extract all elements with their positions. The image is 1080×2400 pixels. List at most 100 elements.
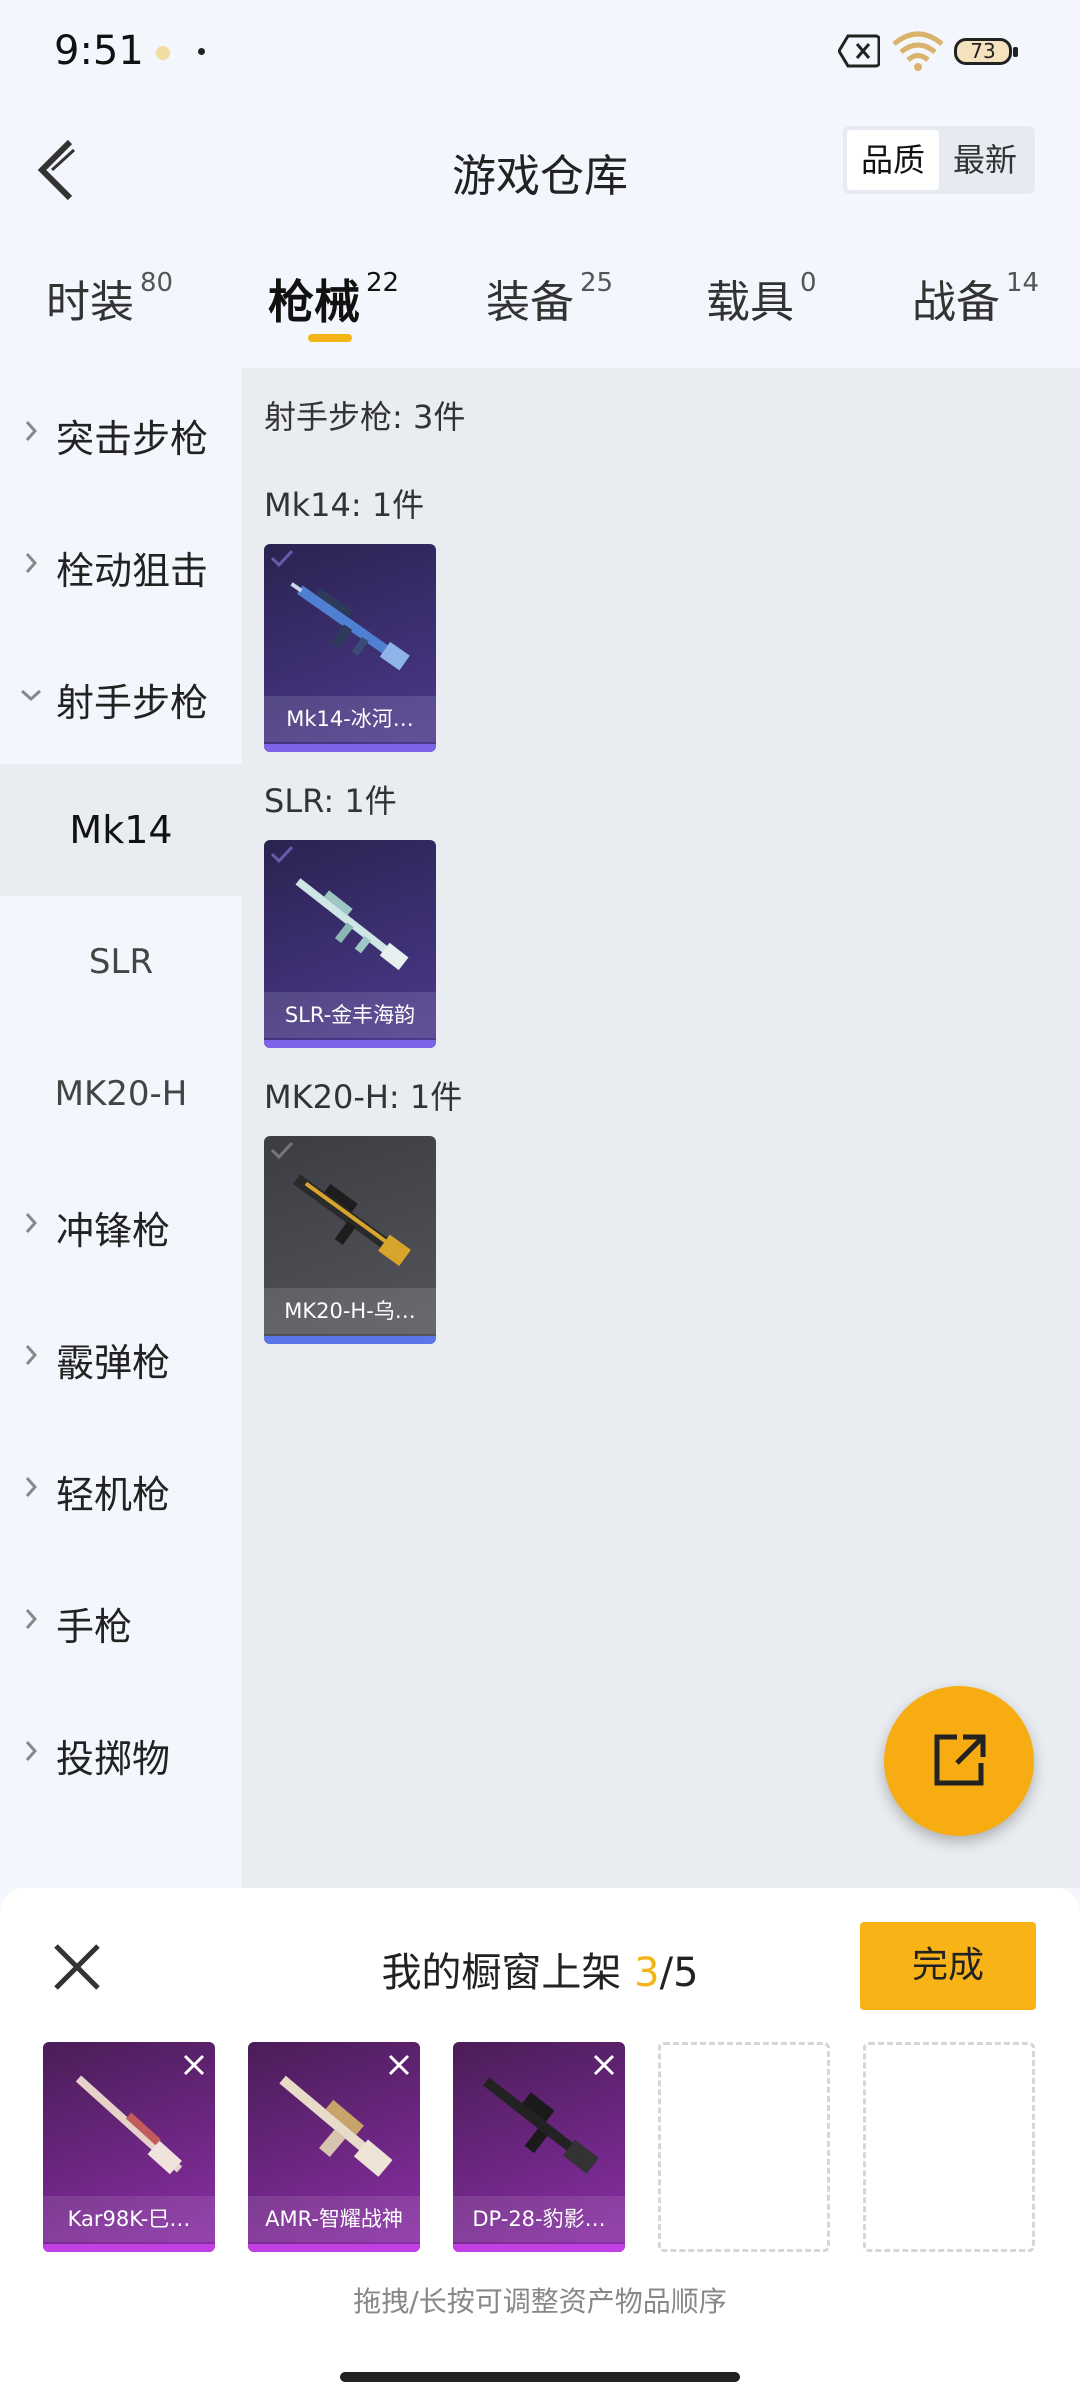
tab-label: 载具 — [706, 277, 794, 328]
no-sim-icon — [838, 34, 880, 68]
sidebar-item-bolt-sniper[interactable]: 栓动狙击 — [0, 500, 242, 632]
showcase-slots: Kar98K-巳… AMR-智耀战神 DP-28-豹影… — [43, 2042, 1037, 2252]
chevron-right-icon — [25, 1213, 38, 1233]
machine-gun-icon — [482, 2077, 599, 2174]
sidebar-item-smg[interactable]: 冲锋枪 — [0, 1160, 242, 1292]
item-name: SLR-金丰海韵 — [264, 992, 436, 1038]
empty-slot[interactable] — [863, 2042, 1035, 2252]
tab-costumes[interactable]: 时装 80 — [46, 266, 173, 330]
done-button[interactable]: 完成 — [860, 1922, 1036, 2010]
chevron-right-icon — [25, 421, 38, 441]
chevron-right-icon — [25, 1609, 38, 1629]
sort-option-quality[interactable]: 品质 — [847, 130, 939, 190]
tab-label: 枪械 — [268, 275, 360, 329]
showcase-sheet: 我的橱窗上架 3/5 完成 Kar98K-巳… AMR-智耀战神 DP-28-豹… — [0, 1888, 1080, 2400]
chevron-right-icon — [25, 553, 38, 573]
check-icon — [270, 549, 294, 568]
rarity-bar — [264, 744, 436, 752]
sidebar-item-pistol[interactable]: 手枪 — [0, 1556, 242, 1688]
chevron-right-icon — [25, 1741, 38, 1761]
sidebar-item-label: 投掷物 — [56, 1737, 171, 1781]
rifle-icon — [290, 582, 410, 671]
sidebar-item-label: 手枪 — [56, 1605, 133, 1649]
rifle-icon — [295, 878, 409, 971]
share-button[interactable] — [884, 1686, 1034, 1836]
item-card-mk14[interactable]: Mk14-冰河… — [264, 544, 436, 752]
notification-dot-icon — [198, 48, 205, 55]
sidebar-subitem-mk20h[interactable]: MK20-H — [0, 1028, 242, 1160]
tab-vehicles[interactable]: 载具 0 — [706, 266, 817, 330]
empty-slot[interactable] — [658, 2042, 830, 2252]
tab-label: 战备 — [912, 277, 1000, 328]
sidebar-item-lmg[interactable]: 轻机枪 — [0, 1424, 242, 1556]
remove-icon[interactable] — [179, 2050, 209, 2080]
item-card-mk20h[interactable]: MK20-H-乌… — [264, 1136, 436, 1344]
check-icon — [270, 845, 294, 864]
items-panel: 射手步枪: 3件 Mk14: 1件 Mk14-冰河… SLR: 1件 SLR-金… — [242, 368, 1080, 1888]
sidebar-item-throwables[interactable]: 投掷物 — [0, 1688, 242, 1820]
sidebar-item-label: 轻机枪 — [56, 1473, 171, 1517]
tab-count: 14 — [1006, 268, 1040, 298]
rifle-icon — [75, 2075, 183, 2175]
chevron-right-icon — [25, 1477, 38, 1497]
sort-toggle: 品质 最新 — [843, 126, 1035, 194]
rifle-icon — [293, 1174, 411, 1267]
tab-weapons[interactable]: 枪械 22 — [268, 266, 399, 332]
status-time: 9:51 — [54, 28, 144, 74]
sort-option-newest[interactable]: 最新 — [939, 130, 1031, 190]
check-icon — [270, 1141, 294, 1160]
remove-icon[interactable] — [384, 2050, 414, 2080]
item-name: DP-28-豹影… — [453, 2196, 625, 2242]
item-name: Kar98K-巳… — [43, 2196, 215, 2242]
showcase-total: /5 — [659, 1950, 699, 1996]
tab-label: 时装 — [46, 277, 134, 328]
sidebar-subitem-mk14[interactable]: Mk14 — [0, 764, 242, 896]
showcase-count: 3 — [634, 1950, 660, 1996]
category-sidebar: 突击步枪 栓动狙击 射手步枪 Mk14 SLR MK20-H 冲锋枪 霰弹枪 轻… — [0, 368, 242, 1888]
rarity-bar — [264, 1336, 436, 1344]
item-name: Mk14-冰河… — [264, 696, 436, 742]
tab-label: 装备 — [486, 277, 574, 328]
tab-count: 0 — [800, 268, 817, 298]
group-title: SLR: 1件 — [264, 782, 397, 820]
showcase-slot[interactable]: DP-28-豹影… — [453, 2042, 625, 2252]
rifle-icon — [279, 2075, 393, 2177]
home-indicator[interactable] — [340, 2372, 740, 2382]
reorder-hint: 拖拽/长按可调整资产物品顺序 — [353, 2285, 727, 2318]
rarity-bar — [264, 1040, 436, 1048]
rarity-bar — [248, 2244, 420, 2252]
sidebar-item-assault-rifle[interactable]: 突击步枪 — [0, 368, 242, 500]
remove-icon[interactable] — [589, 2050, 619, 2080]
sidebar-item-label: 突击步枪 — [56, 417, 209, 461]
sidebar-subitem-slr[interactable]: SLR — [0, 896, 242, 1028]
battery-icon: 73 — [954, 38, 1018, 65]
chevron-down-icon — [21, 689, 41, 702]
category-summary: 射手步枪: 3件 — [264, 398, 466, 436]
item-card-slr[interactable]: SLR-金丰海韵 — [264, 840, 436, 1048]
sidebar-item-shotgun[interactable]: 霰弹枪 — [0, 1292, 242, 1424]
sidebar-item-marksman-rifle[interactable]: 射手步枪 — [0, 632, 242, 764]
rarity-bar — [453, 2244, 625, 2252]
tab-count: 25 — [580, 268, 614, 298]
showcase-slot[interactable]: Kar98K-巳… — [43, 2042, 215, 2252]
wifi-icon — [892, 31, 944, 71]
active-tab-indicator — [308, 334, 352, 342]
item-name: MK20-H-乌… — [264, 1288, 436, 1334]
sidebar-item-label: 射手步枪 — [56, 681, 209, 725]
chevron-right-icon — [25, 1345, 38, 1365]
group-title: Mk14: 1件 — [264, 486, 425, 524]
showcase-title-text: 我的橱窗上架 — [381, 1950, 635, 1996]
category-tabs: 时装 80 枪械 22 装备 25 载具 0 战备 14 — [0, 252, 1080, 362]
status-bar: 9:51 73 — [0, 0, 1080, 110]
tab-equipment[interactable]: 装备 25 — [486, 266, 613, 330]
sidebar-item-label: 冲锋枪 — [56, 1209, 171, 1253]
notification-dot-icon — [156, 46, 170, 60]
item-name: AMR-智耀战神 — [248, 2196, 420, 2242]
tab-count: 22 — [366, 268, 400, 298]
sidebar-item-label: 霰弹枪 — [56, 1341, 171, 1385]
sidebar-item-label: 栓动狙击 — [56, 549, 209, 593]
group-title: MK20-H: 1件 — [264, 1078, 463, 1116]
tab-supplies[interactable]: 战备 14 — [912, 266, 1039, 330]
showcase-slot[interactable]: AMR-智耀战神 — [248, 2042, 420, 2252]
tab-count: 80 — [140, 268, 174, 298]
